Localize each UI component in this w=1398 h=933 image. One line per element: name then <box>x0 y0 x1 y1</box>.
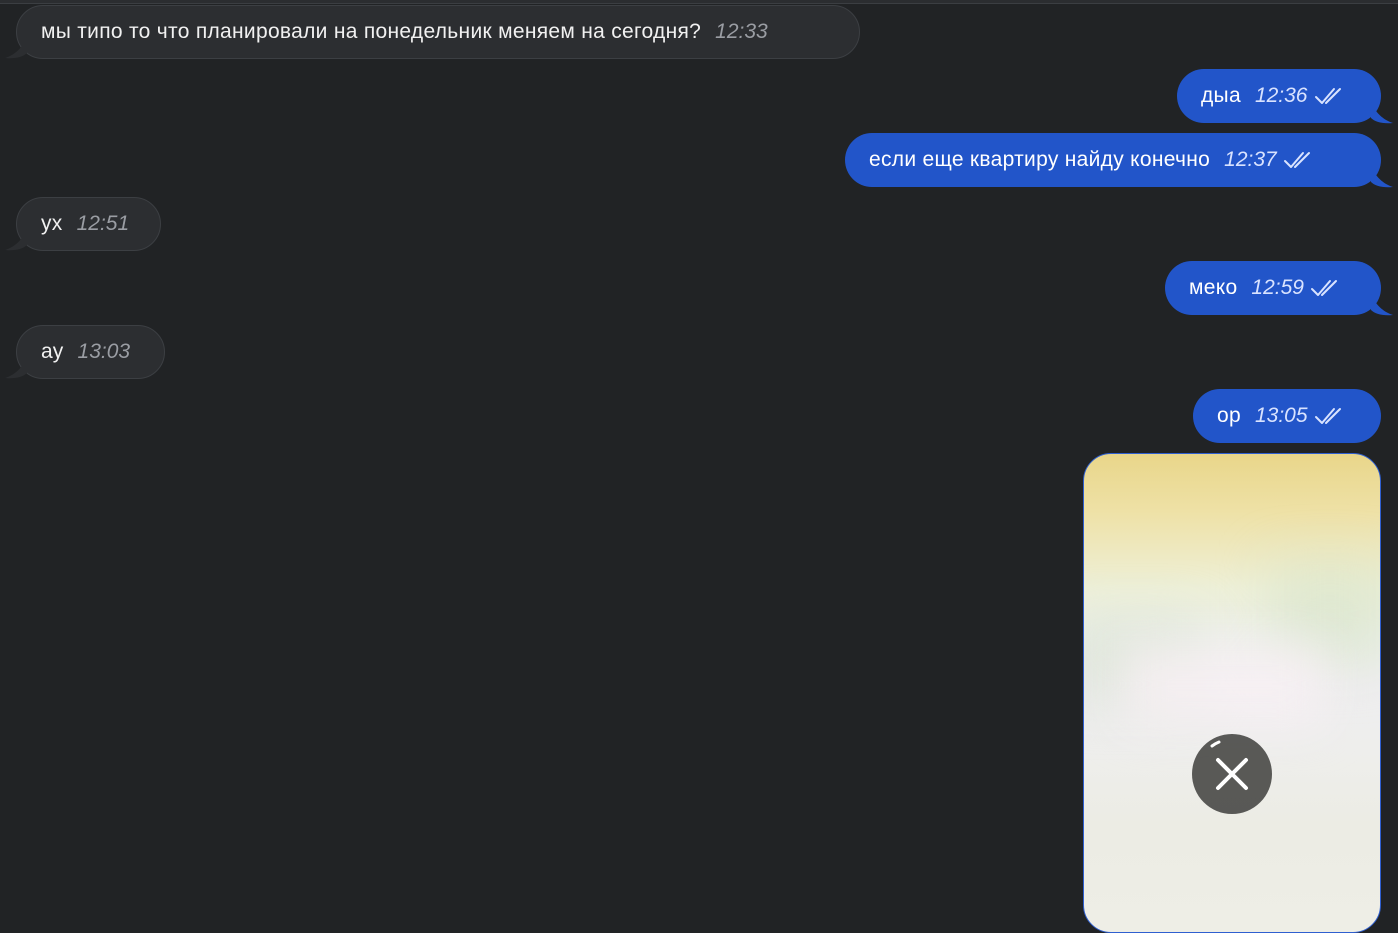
bubble-tail <box>1371 102 1393 124</box>
bubble-tail <box>1371 294 1393 316</box>
double-check-icon <box>1310 278 1342 298</box>
photo-preview-blur <box>1124 644 1324 724</box>
photo-message[interactable] <box>1083 453 1381 933</box>
message-bubble-incoming[interactable]: мы типо то что планировали на понедельни… <box>5 5 860 59</box>
double-check-icon <box>1314 406 1346 426</box>
bubble-tail <box>5 229 27 251</box>
double-check-icon <box>1283 150 1315 170</box>
message-text: ор <box>1217 404 1241 427</box>
cancel-upload-button[interactable] <box>1192 734 1272 814</box>
double-check-icon <box>1314 86 1346 106</box>
message-text: мы типо то что планировали на понедельни… <box>41 20 702 43</box>
bubble-tail <box>5 37 27 59</box>
message-text: ау <box>41 340 64 363</box>
message-time: 12:37 <box>1224 148 1277 171</box>
message-time: 13:03 <box>77 340 131 363</box>
top-divider <box>0 0 1398 4</box>
close-icon <box>1210 740 1248 790</box>
message-bubble-incoming[interactable]: ау 13:03 <box>5 325 165 379</box>
message-time: 12:59 <box>1251 276 1304 299</box>
message-time: 12:33 <box>715 20 768 43</box>
message-time: 12:51 <box>76 212 130 235</box>
message-bubble-outgoing[interactable]: дыа 12:36 <box>1177 69 1393 124</box>
message-text: ух <box>41 212 63 235</box>
message-time: 12:36 <box>1254 84 1308 107</box>
message-time: 13:05 <box>1254 404 1308 427</box>
message-text: если еще квартиру найду конечно <box>869 148 1211 171</box>
bubble-tail <box>5 357 27 379</box>
message-bubble-incoming[interactable]: ух 12:51 <box>5 197 161 251</box>
message-text: меко <box>1189 276 1238 299</box>
bubble-tail <box>1371 166 1393 188</box>
message-bubble-outgoing[interactable]: ор 13:05 <box>1193 389 1381 443</box>
message-bubble-outgoing[interactable]: если еще квартиру найду конечно 12:37 <box>845 133 1393 188</box>
message-text: дыа <box>1201 84 1241 107</box>
message-bubble-outgoing[interactable]: меко 12:59 <box>1165 261 1393 316</box>
